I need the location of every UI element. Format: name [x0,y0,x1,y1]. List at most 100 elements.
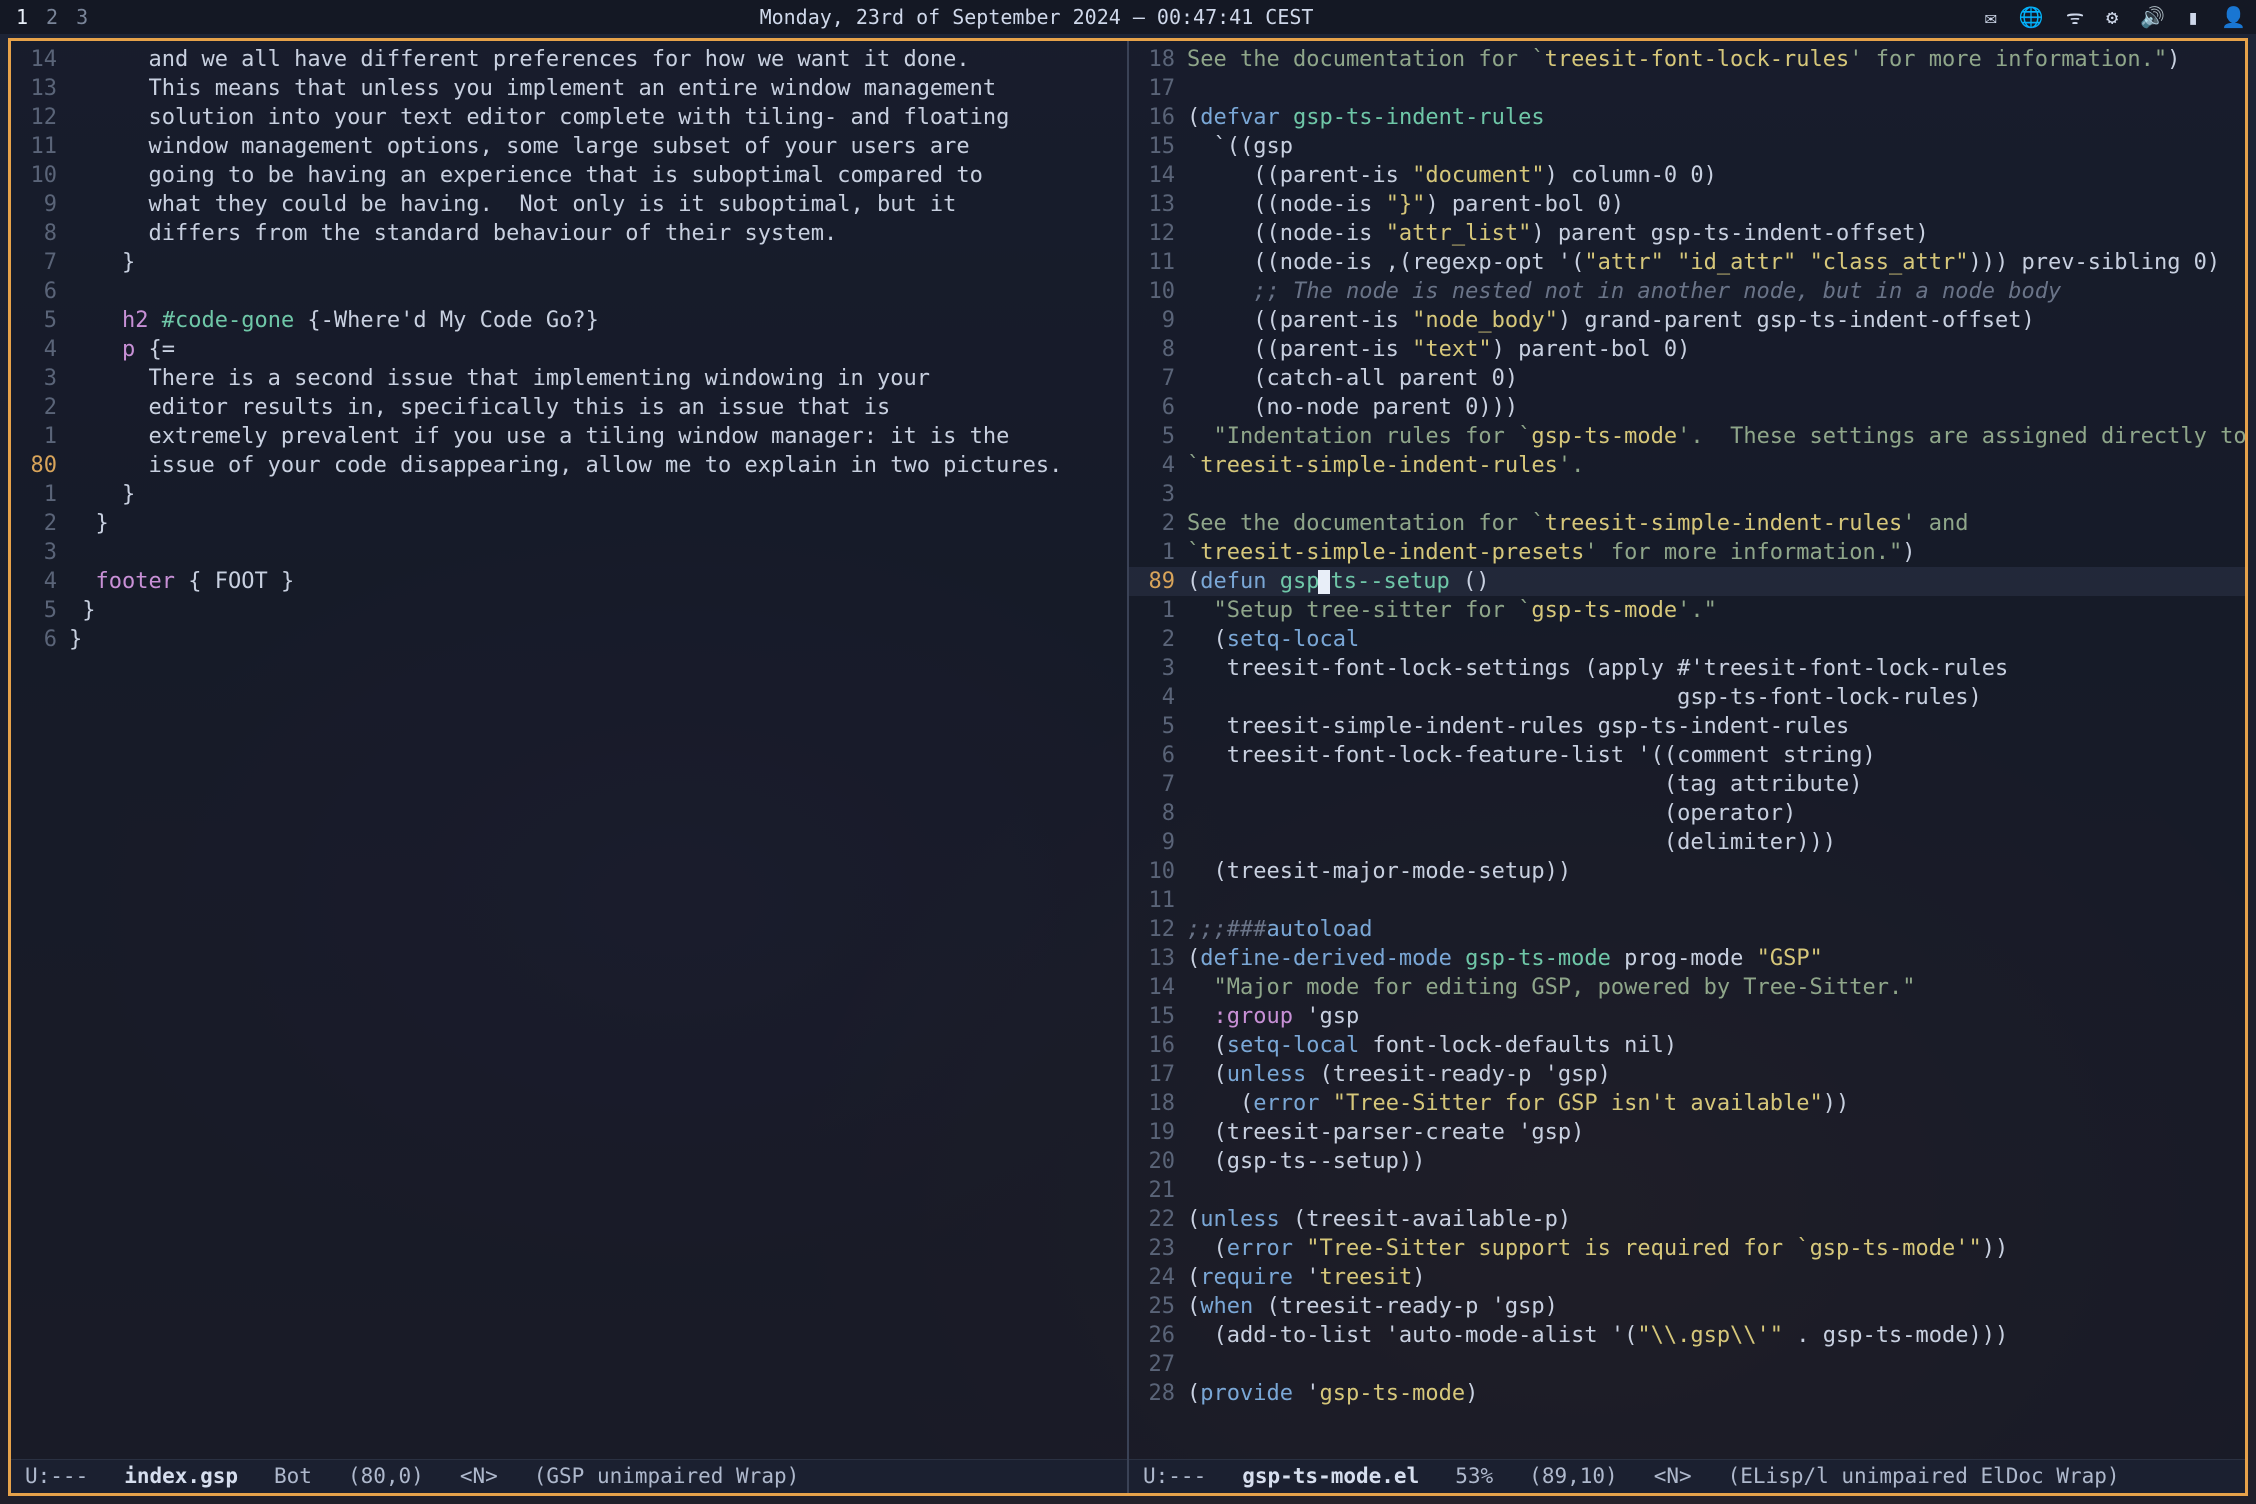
code-line[interactable]: 13 This means that unless you implement … [11,74,1127,103]
right-buffer[interactable]: 18See the documentation for `treesit-fon… [1129,41,2245,1459]
code-line[interactable]: 7 (catch-all parent 0) [1129,364,2245,393]
code-content[interactable]: "Major mode for editing GSP, powered by … [1187,973,2245,1002]
code-content[interactable]: editor results in, specifically this is … [69,393,1127,422]
code-line[interactable]: 2 } [11,509,1127,538]
code-line[interactable]: 16(defvar gsp-ts-indent-rules [1129,103,2245,132]
code-content[interactable]: (setq-local font-lock-defaults nil) [1187,1031,2245,1060]
code-content[interactable]: (error "Tree-Sitter support is required … [1187,1234,2245,1263]
code-line[interactable]: 14 "Major mode for editing GSP, powered … [1129,973,2245,1002]
code-line[interactable]: 18See the documentation for `treesit-fon… [1129,45,2245,74]
code-line[interactable]: 5 treesit-simple-indent-rules gsp-ts-ind… [1129,712,2245,741]
user-icon[interactable]: 👤 [2221,3,2246,32]
globe-icon[interactable]: 🌐 [2019,3,2044,32]
code-content[interactable]: window management options, some large su… [69,132,1127,161]
code-line[interactable]: 5 } [11,596,1127,625]
code-line[interactable]: 12;;;###autoload [1129,915,2245,944]
code-content[interactable]: `((gsp [1187,132,2245,161]
code-line[interactable]: 13 ((node-is "}") parent-bol 0) [1129,190,2245,219]
code-line[interactable]: 17 [1129,74,2245,103]
code-line[interactable]: 16 (setq-local font-lock-defaults nil) [1129,1031,2245,1060]
code-content[interactable]: :group 'gsp [1187,1002,2245,1031]
code-line[interactable]: 6 [11,277,1127,306]
code-line[interactable]: 8 ((parent-is "text") parent-bol 0) [1129,335,2245,364]
code-line[interactable]: 14 ((parent-is "document") column-0 0) [1129,161,2245,190]
code-content[interactable]: what they could be having. Not only is i… [69,190,1127,219]
code-content[interactable]: "Setup tree-sitter for `gsp-ts-mode'." [1187,596,2245,625]
code-content[interactable]: ((node-is "}") parent-bol 0) [1187,190,2245,219]
code-content[interactable]: } [69,480,1127,509]
code-line[interactable]: 17 (unless (treesit-ready-p 'gsp) [1129,1060,2245,1089]
code-line[interactable]: 10 going to be having an experience that… [11,161,1127,190]
code-content[interactable]: (add-to-list 'auto-mode-alist '("\\.gsp\… [1187,1321,2245,1350]
code-content[interactable] [1187,886,2245,915]
code-content[interactable]: } [69,596,1127,625]
code-line[interactable]: 12 solution into your text editor comple… [11,103,1127,132]
code-line[interactable]: 10 ;; The node is nested not in another … [1129,277,2245,306]
code-line[interactable]: 80 issue of your code disappearing, allo… [11,451,1127,480]
code-line[interactable]: 6 (no-node parent 0))) [1129,393,2245,422]
code-line[interactable]: 28(provide 'gsp-ts-mode) [1129,1379,2245,1408]
code-line[interactable]: 6 treesit-font-lock-feature-list '((comm… [1129,741,2245,770]
mail-icon[interactable]: ✉ [1985,3,1997,32]
volume-icon[interactable]: 🔊 [2140,3,2165,32]
code-content[interactable]: footer { FOOT } [69,567,1127,596]
code-line[interactable]: 4 footer { FOOT } [11,567,1127,596]
code-line[interactable]: 5 h2 #code-gone {-Where'd My Code Go?} [11,306,1127,335]
code-line[interactable]: 12 ((node-is "attr_list") parent gsp-ts-… [1129,219,2245,248]
code-content[interactable]: } [69,509,1127,538]
code-line[interactable]: 9 ((parent-is "node_body") grand-parent … [1129,306,2245,335]
code-line[interactable]: 8 (operator) [1129,799,2245,828]
code-line[interactable]: 22(unless (treesit-available-p) [1129,1205,2245,1234]
code-content[interactable]: (defvar gsp-ts-indent-rules [1187,103,2245,132]
code-content[interactable]: `treesit-simple-indent-rules'. [1187,451,2245,480]
battery-icon[interactable]: ▮ [2187,3,2199,32]
gear-icon[interactable]: ⚙ [2106,3,2118,32]
code-line[interactable]: 2 (setq-local [1129,625,2245,654]
code-line[interactable]: 20 (gsp-ts--setup)) [1129,1147,2245,1176]
code-content[interactable]: (gsp-ts--setup)) [1187,1147,2245,1176]
code-content[interactable]: } [69,625,1127,654]
code-content[interactable]: (error "Tree-Sitter for GSP isn't availa… [1187,1089,2245,1118]
code-line[interactable]: 1 "Setup tree-sitter for `gsp-ts-mode'." [1129,596,2245,625]
code-line[interactable]: 10 (treesit-major-mode-setup)) [1129,857,2245,886]
code-content[interactable]: ((node-is ,(regexp-opt '("attr" "id_attr… [1187,248,2245,277]
code-line[interactable]: 3 [11,538,1127,567]
code-content[interactable]: } [69,248,1127,277]
code-line[interactable]: 3 treesit-font-lock-settings (apply #'tr… [1129,654,2245,683]
code-line[interactable]: 2See the documentation for `treesit-simp… [1129,509,2245,538]
code-content[interactable]: ;; The node is nested not in another nod… [1187,277,2245,306]
code-content[interactable]: There is a second issue that implementin… [69,364,1127,393]
code-line[interactable]: 27 [1129,1350,2245,1379]
code-content[interactable]: "Indentation rules for `gsp-ts-mode'. Th… [1187,422,2245,451]
code-content[interactable]: (unless (treesit-ready-p 'gsp) [1187,1060,2245,1089]
code-line[interactable]: 4`treesit-simple-indent-rules'. [1129,451,2245,480]
code-content[interactable]: solution into your text editor complete … [69,103,1127,132]
code-content[interactable] [1187,1176,2245,1205]
code-content[interactable]: treesit-font-lock-feature-list '((commen… [1187,741,2245,770]
code-content[interactable]: differs from the standard behaviour of t… [69,219,1127,248]
code-content[interactable]: (provide 'gsp-ts-mode) [1187,1379,2245,1408]
code-line[interactable]: 89(defun gspts--setup () [1129,567,2245,596]
code-line[interactable]: 4 p {= [11,335,1127,364]
code-line[interactable]: 8 differs from the standard behaviour of… [11,219,1127,248]
code-line[interactable]: 1 extremely prevalent if you use a tilin… [11,422,1127,451]
code-line[interactable]: 11 [1129,886,2245,915]
code-content[interactable]: (catch-all parent 0) [1187,364,2245,393]
code-line[interactable]: 14 and we all have different preferences… [11,45,1127,74]
code-content[interactable]: See the documentation for `treesit-font-… [1187,45,2245,74]
code-content[interactable]: issue of your code disappearing, allow m… [69,451,1127,480]
code-line[interactable]: 2 editor results in, specifically this i… [11,393,1127,422]
code-content[interactable]: (tag attribute) [1187,770,2245,799]
code-content[interactable]: gsp-ts-font-lock-rules) [1187,683,2245,712]
code-content[interactable]: (when (treesit-ready-p 'gsp) [1187,1292,2245,1321]
code-line[interactable]: 7 (tag attribute) [1129,770,2245,799]
code-line[interactable]: 15 `((gsp [1129,132,2245,161]
code-content[interactable]: and we all have different preferences fo… [69,45,1127,74]
code-line[interactable]: 1 } [11,480,1127,509]
code-line[interactable]: 9 what they could be having. Not only is… [11,190,1127,219]
code-line[interactable]: 23 (error "Tree-Sitter support is requir… [1129,1234,2245,1263]
code-line[interactable]: 15 :group 'gsp [1129,1002,2245,1031]
code-line[interactable]: 24(require 'treesit) [1129,1263,2245,1292]
code-line[interactable]: 7 } [11,248,1127,277]
code-line[interactable]: 26 (add-to-list 'auto-mode-alist '("\\.g… [1129,1321,2245,1350]
